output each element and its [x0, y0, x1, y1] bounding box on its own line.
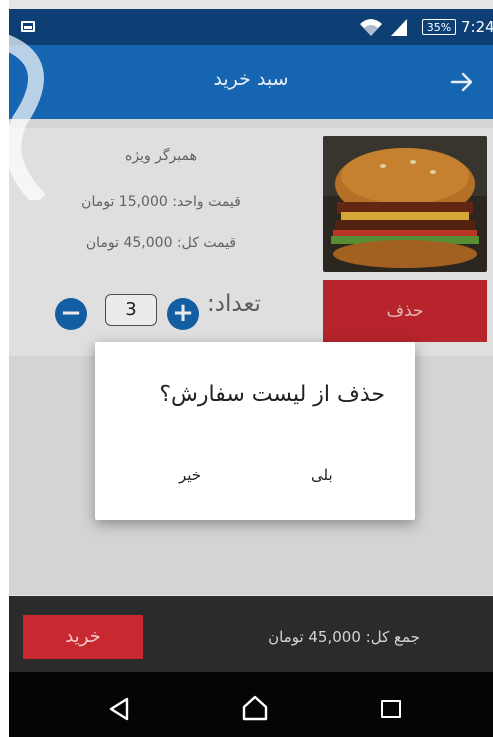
- signal-icon: [391, 19, 407, 36]
- phone-screen: 35% 7:24 سبد خرید همبرگر ویژه قیمت واحد:…: [9, 0, 493, 737]
- nav-home-icon[interactable]: [241, 694, 269, 722]
- battery-icon: 35%: [422, 19, 456, 35]
- image-icon: [21, 21, 35, 32]
- nav-back-icon[interactable]: [107, 696, 131, 722]
- status-time: 7:24: [461, 18, 493, 36]
- cart-footer: خرید جمع کل: 45,000 تومان: [9, 596, 493, 672]
- status-bar: 35% 7:24: [9, 9, 493, 45]
- dialog-message: حذف از لیست سفارش؟: [159, 382, 385, 407]
- dialog-yes-button[interactable]: بلی: [311, 466, 333, 484]
- cart-total: جمع کل: 45,000 تومان: [268, 628, 420, 646]
- buy-button[interactable]: خرید: [23, 615, 143, 659]
- confirm-delete-dialog: حذف از لیست سفارش؟ بلی خیر: [95, 342, 415, 520]
- wifi-icon: [360, 19, 382, 36]
- system-nav-bar: [9, 672, 493, 737]
- page-title: سبد خرید: [213, 68, 289, 90]
- back-arrow-icon[interactable]: [449, 69, 475, 95]
- app-bar: سبد خرید: [9, 45, 493, 119]
- nav-recent-icon[interactable]: [381, 700, 401, 718]
- dialog-no-button[interactable]: خیر: [179, 466, 201, 484]
